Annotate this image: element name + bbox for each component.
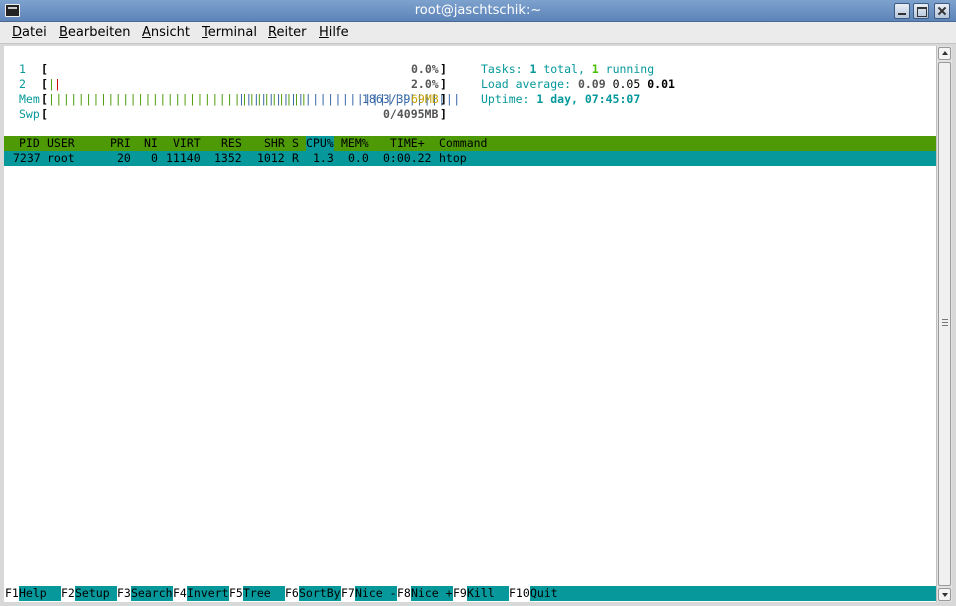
title-bar[interactable]: root@jaschtschik:~	[0, 0, 956, 22]
fkey-f1[interactable]: F1	[5, 586, 19, 601]
menu-reiter[interactable]: Reiter	[268, 25, 307, 40]
cpu1-meter: 1 [ 0.0% ]	[19, 62, 447, 76]
menu-bearbeiten[interactable]: Bearbeiten	[59, 25, 130, 40]
window-title: root@jaschtschik:~	[414, 3, 542, 18]
table-row[interactable]: 7237 root 20 0 11140 1352 1012 R 1.3 0.0…	[4, 151, 936, 166]
scroll-up-arrow-icon[interactable]	[938, 47, 951, 60]
uptime: Uptime: 1 day, 07:45:07	[481, 92, 641, 106]
tasks-summary: Tasks: 1 total, 1 running	[481, 62, 655, 76]
fkey-quit[interactable]: Quit	[530, 586, 936, 601]
fkey-invert[interactable]: Invert	[187, 586, 229, 601]
fkey-tree[interactable]: Tree	[243, 586, 285, 601]
fkey-nice-plus[interactable]: Nice +	[411, 586, 453, 601]
fkey-nice-minus[interactable]: Nice -	[355, 586, 397, 601]
col-command[interactable]: Command	[439, 136, 487, 151]
col-res[interactable]: RES	[221, 136, 242, 151]
memory-meter: Mem [ ||||||||||||||||||||||||||||||||||…	[19, 92, 461, 106]
cpu2-meter: 2 [ | | 2.0% ]	[19, 77, 447, 91]
fkey-f5[interactable]: F5	[229, 586, 243, 601]
fkey-f6[interactable]: F6	[285, 586, 299, 601]
terminal-view[interactable]: 1 [ 0.0% ] 2 [ | | 2.0% ] Mem [ ||||||||…	[4, 46, 936, 602]
close-button[interactable]	[934, 3, 950, 19]
col-mem[interactable]: MEM%	[341, 136, 369, 151]
fkey-help[interactable]: Help	[19, 586, 61, 601]
swap-meter: Swp [ 0/4095MB ]	[19, 107, 447, 121]
col-ni[interactable]: NI	[144, 136, 158, 151]
fkey-f9[interactable]: F9	[453, 586, 467, 601]
scroll-down-arrow-icon[interactable]	[938, 588, 951, 601]
col-shr[interactable]: SHR	[264, 136, 285, 151]
menu-bar: Datei Bearbeiten Ansicht Terminal Reiter…	[0, 22, 956, 44]
fkey-sortby[interactable]: SortBy	[299, 586, 341, 601]
col-user[interactable]: USER	[47, 136, 75, 151]
function-key-bar: F1 Help F2 Setup F3 Search F4 Invert F5 …	[4, 586, 936, 601]
load-average: Load average: 0.09 0.05 0.01	[481, 77, 675, 91]
col-virt[interactable]: VIRT	[173, 136, 201, 151]
fkey-kill[interactable]: Kill	[467, 586, 509, 601]
minimize-button[interactable]	[894, 3, 910, 19]
col-pid[interactable]: PID	[19, 136, 40, 151]
menu-datei[interactable]: Datei	[12, 25, 47, 40]
fkey-f10[interactable]: F10	[509, 586, 530, 601]
menu-hilfe[interactable]: Hilfe	[319, 25, 349, 40]
fkey-f3[interactable]: F3	[117, 586, 131, 601]
vertical-scrollbar[interactable]	[936, 46, 952, 602]
maximize-button[interactable]	[913, 3, 929, 19]
process-table-header: PID USER PRI NI VIRT RES SHR S CPU% MEM%…	[4, 136, 936, 151]
col-time[interactable]: TIME+	[390, 136, 425, 151]
col-state[interactable]: S	[292, 136, 299, 151]
col-cpu-sorted[interactable]: CPU%	[306, 136, 334, 151]
scrollbar-thumb[interactable]	[938, 62, 951, 586]
fkey-setup[interactable]: Setup	[75, 586, 117, 601]
menu-terminal[interactable]: Terminal	[202, 25, 257, 40]
col-pri[interactable]: PRI	[110, 136, 131, 151]
grip-icon	[942, 319, 948, 326]
fkey-f4[interactable]: F4	[173, 586, 187, 601]
fkey-f8[interactable]: F8	[397, 586, 411, 601]
menu-ansicht[interactable]: Ansicht	[142, 25, 190, 40]
fkey-search[interactable]: Search	[131, 586, 173, 601]
fkey-f7[interactable]: F7	[341, 586, 355, 601]
fkey-f2[interactable]: F2	[61, 586, 75, 601]
